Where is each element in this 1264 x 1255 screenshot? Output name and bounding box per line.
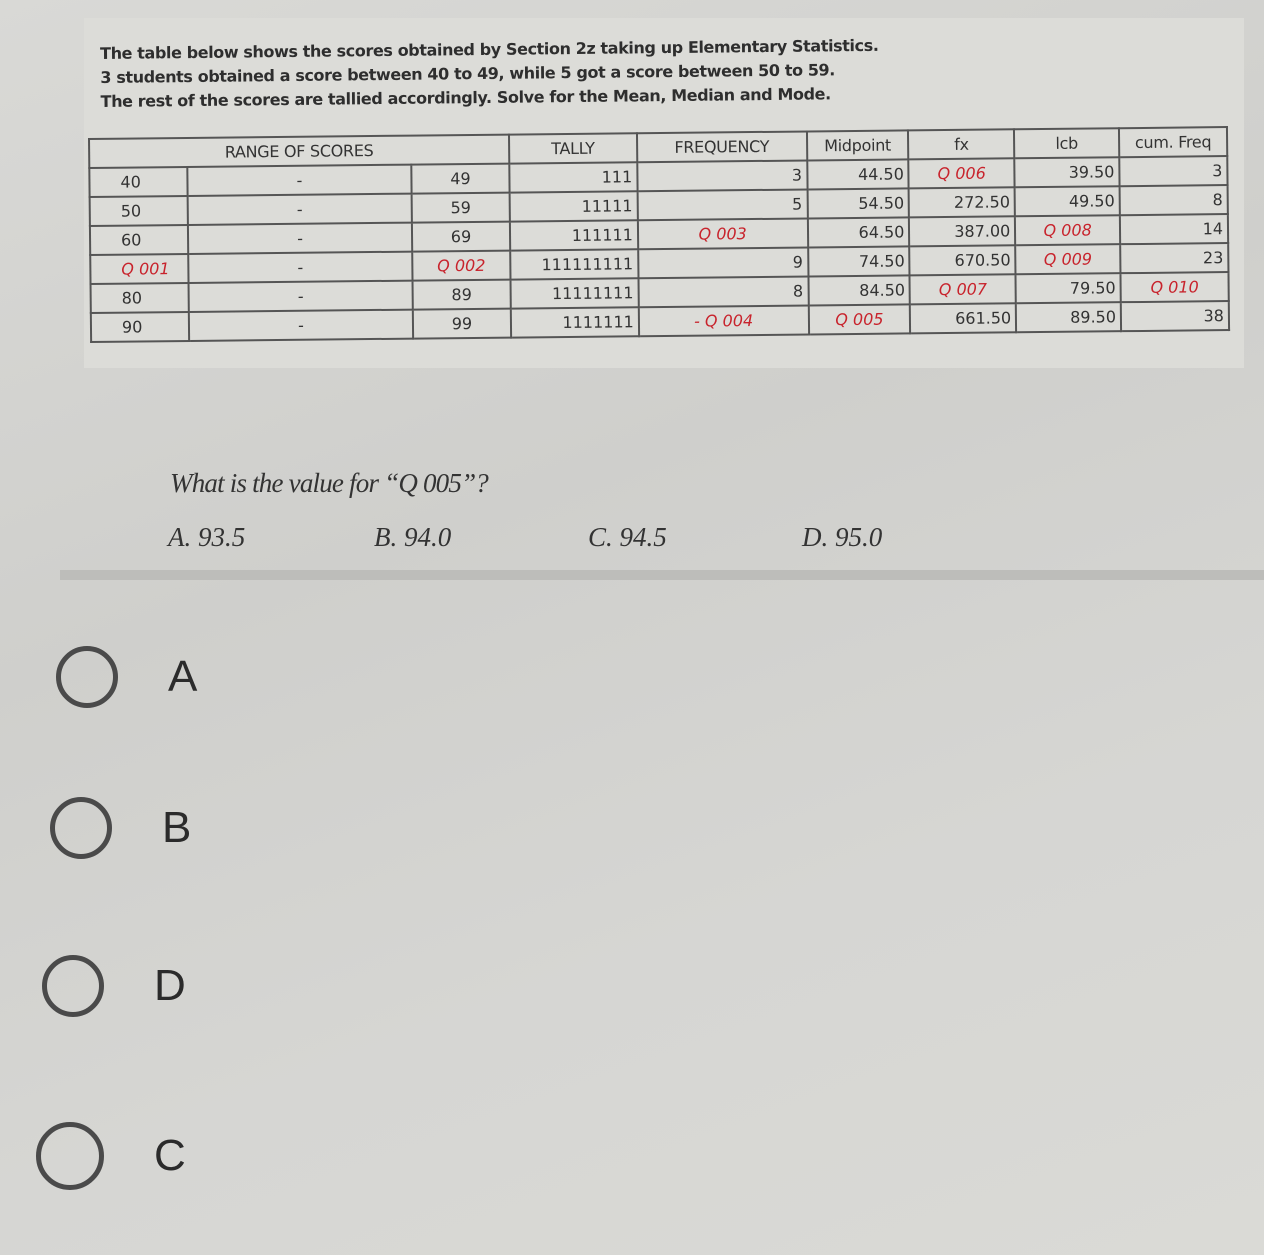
frequency-table: RANGE OF SCORES TALLY FREQUENCY Midpoint… <box>88 126 1230 343</box>
cell-lower: 80 <box>90 282 189 313</box>
option-label: D <box>154 961 186 1010</box>
option-a[interactable]: A <box>56 646 197 708</box>
cell-frequency: 8 <box>638 276 809 308</box>
header-fx: fx <box>908 129 1015 160</box>
cell-cum-freq: 14 <box>1119 214 1229 245</box>
choice-b: B. 94.0 <box>374 522 452 552</box>
option-label: A <box>168 652 198 701</box>
header-frequency: FREQUENCY <box>636 131 807 163</box>
cell-frequency: 9 <box>637 247 809 279</box>
cell-tally: 11111 <box>509 191 638 222</box>
cell-dash: - <box>188 309 414 341</box>
cell-tally: 111 <box>509 162 638 193</box>
header-range: RANGE OF SCORES <box>89 134 510 168</box>
divider <box>60 570 1264 580</box>
cell-cum-freq: 23 <box>1120 243 1229 274</box>
cell-lower: 40 <box>89 166 188 197</box>
cell-fx: 670.50 <box>909 245 1016 276</box>
option-c[interactable]: C <box>36 1122 186 1190</box>
cell-frequency: Q 003 <box>637 218 808 250</box>
cell-frequency: - Q 004 <box>638 305 809 337</box>
cell-lcb: 79.50 <box>1015 273 1121 304</box>
cell-tally: 111111 <box>509 220 638 251</box>
header-lcb: lcb <box>1014 128 1120 159</box>
cell-midpoint: 44.50 <box>806 159 909 190</box>
cell-lower: 50 <box>89 195 188 226</box>
cell-dash: - <box>187 164 412 196</box>
cell-frequency: 3 <box>637 160 808 192</box>
choice-c: C. 94.5 <box>588 522 667 552</box>
radio-button-icon[interactable] <box>56 646 118 708</box>
cell-cum-freq: 38 <box>1120 301 1230 332</box>
header-cum-freq: cum. Freq <box>1118 127 1228 158</box>
cell-upper: Q 002 <box>412 250 511 281</box>
cell-dash: - <box>187 193 412 225</box>
cell-lcb: Q 009 <box>1015 244 1121 275</box>
choice-a: A. 93.5 <box>168 522 246 552</box>
cell-cum-freq: 8 <box>1119 185 1228 216</box>
cell-dash: - <box>187 222 413 254</box>
cell-upper: 69 <box>411 221 511 252</box>
cell-midpoint: 84.50 <box>808 275 911 306</box>
cell-fx: 272.50 <box>908 187 1016 218</box>
cell-upper: 89 <box>412 279 511 310</box>
radio-button-icon[interactable] <box>42 955 104 1017</box>
option-label: C <box>154 1131 186 1180</box>
cell-cum-freq: Q 010 <box>1120 272 1229 303</box>
radio-button-icon[interactable] <box>36 1122 104 1190</box>
option-b[interactable]: B <box>50 797 191 859</box>
cell-tally: 11111111 <box>510 278 639 309</box>
cell-midpoint: Q 005 <box>808 304 911 335</box>
cell-tally: 1111111 <box>510 307 639 338</box>
cell-lcb: 89.50 <box>1016 302 1122 333</box>
cell-fx: Q 006 <box>908 158 1015 189</box>
question-text: What is the value for “Q 005”? <box>170 468 489 498</box>
cell-lcb: 39.50 <box>1014 157 1120 188</box>
cell-upper: 99 <box>412 308 512 339</box>
cell-lcb: Q 008 <box>1015 215 1121 246</box>
radio-button-icon[interactable] <box>50 797 112 859</box>
cell-lower: 90 <box>90 311 190 342</box>
cell-tally: 111111111 <box>510 249 639 280</box>
cell-lower: 60 <box>89 224 189 255</box>
cell-fx: 387.00 <box>909 216 1016 247</box>
cell-dash: - <box>188 280 413 312</box>
cell-upper: 59 <box>411 192 510 223</box>
option-d[interactable]: D <box>42 955 186 1017</box>
cell-cum-freq: 3 <box>1119 156 1228 187</box>
cell-frequency: 5 <box>637 189 808 221</box>
choice-d: D. 95.0 <box>802 522 883 552</box>
cell-upper: 49 <box>411 163 510 194</box>
cell-midpoint: 64.50 <box>807 217 910 248</box>
cell-fx: Q 007 <box>909 274 1017 305</box>
cell-dash: - <box>188 251 413 283</box>
cell-midpoint: 54.50 <box>807 188 910 219</box>
problem-statement: The table below shows the scores obtaine… <box>100 33 1001 114</box>
option-label: B <box>162 803 192 852</box>
cell-lower: Q 001 <box>90 253 189 284</box>
header-tally: TALLY <box>508 133 638 164</box>
header-midpoint: Midpoint <box>806 130 909 161</box>
cell-fx: 661.50 <box>910 303 1017 334</box>
cell-lcb: 49.50 <box>1014 186 1120 217</box>
cell-midpoint: 74.50 <box>807 246 910 277</box>
